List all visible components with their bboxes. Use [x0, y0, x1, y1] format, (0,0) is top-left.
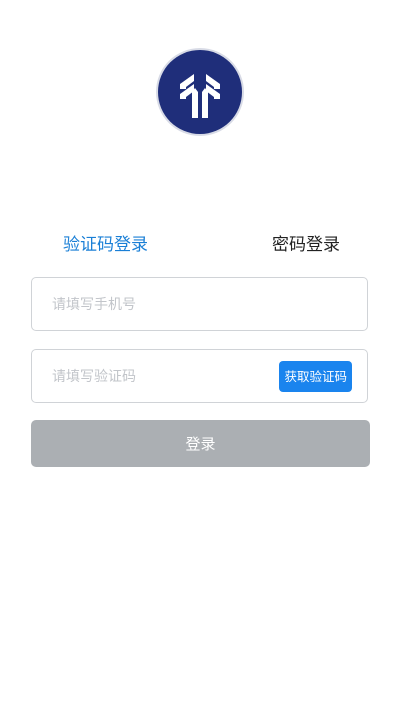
- company-logo: [158, 50, 242, 134]
- code-field-container: 获取验证码: [31, 349, 368, 404]
- phone-field-container: [31, 277, 368, 332]
- logo-mark-icon: [180, 74, 220, 118]
- login-tabs: 验证码登录 密码登录: [0, 234, 400, 258]
- login-button[interactable]: 登录: [31, 420, 370, 467]
- verification-code-input[interactable]: [50, 350, 274, 404]
- login-page: 验证码登录 密码登录 获取验证码 登录: [0, 0, 400, 711]
- tab-password-login[interactable]: 密码登录: [272, 234, 340, 256]
- phone-input[interactable]: [50, 278, 274, 332]
- tab-sms-login[interactable]: 验证码登录: [63, 234, 148, 256]
- get-code-button[interactable]: 获取验证码: [279, 361, 352, 392]
